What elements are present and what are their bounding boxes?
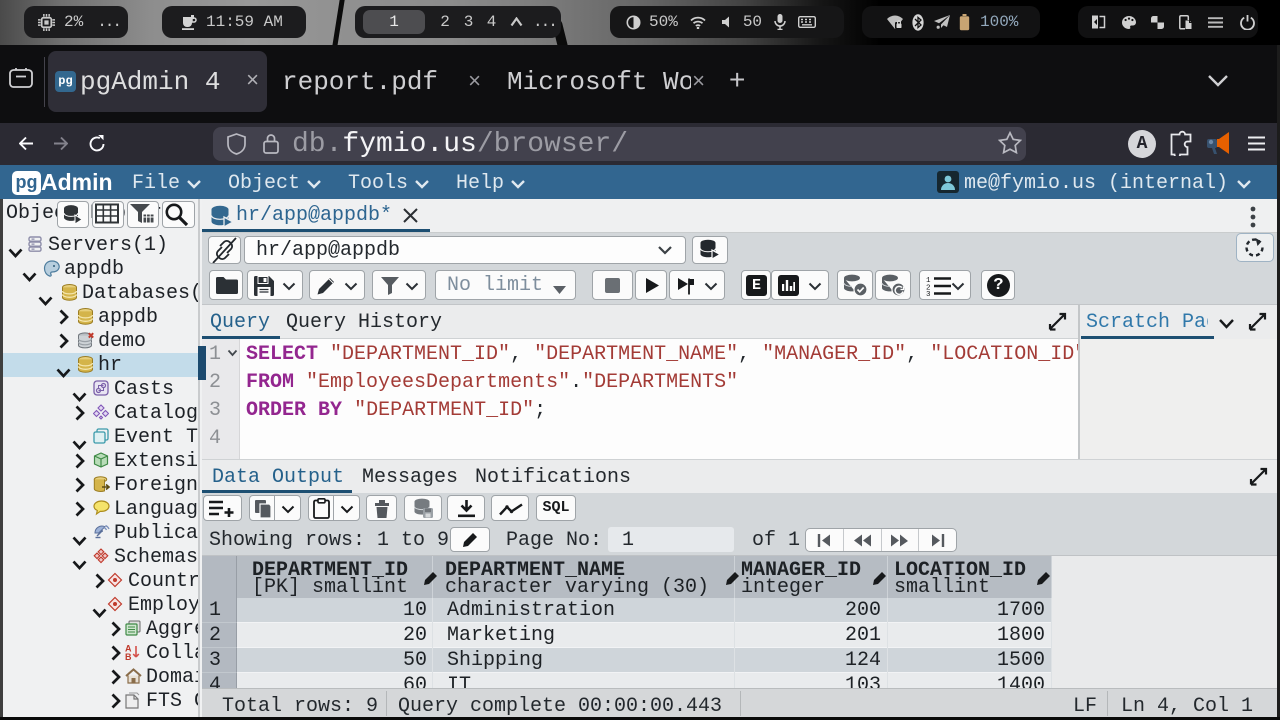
svg-text:B: B [125, 652, 132, 661]
svg-text:3: 3 [926, 291, 931, 296]
